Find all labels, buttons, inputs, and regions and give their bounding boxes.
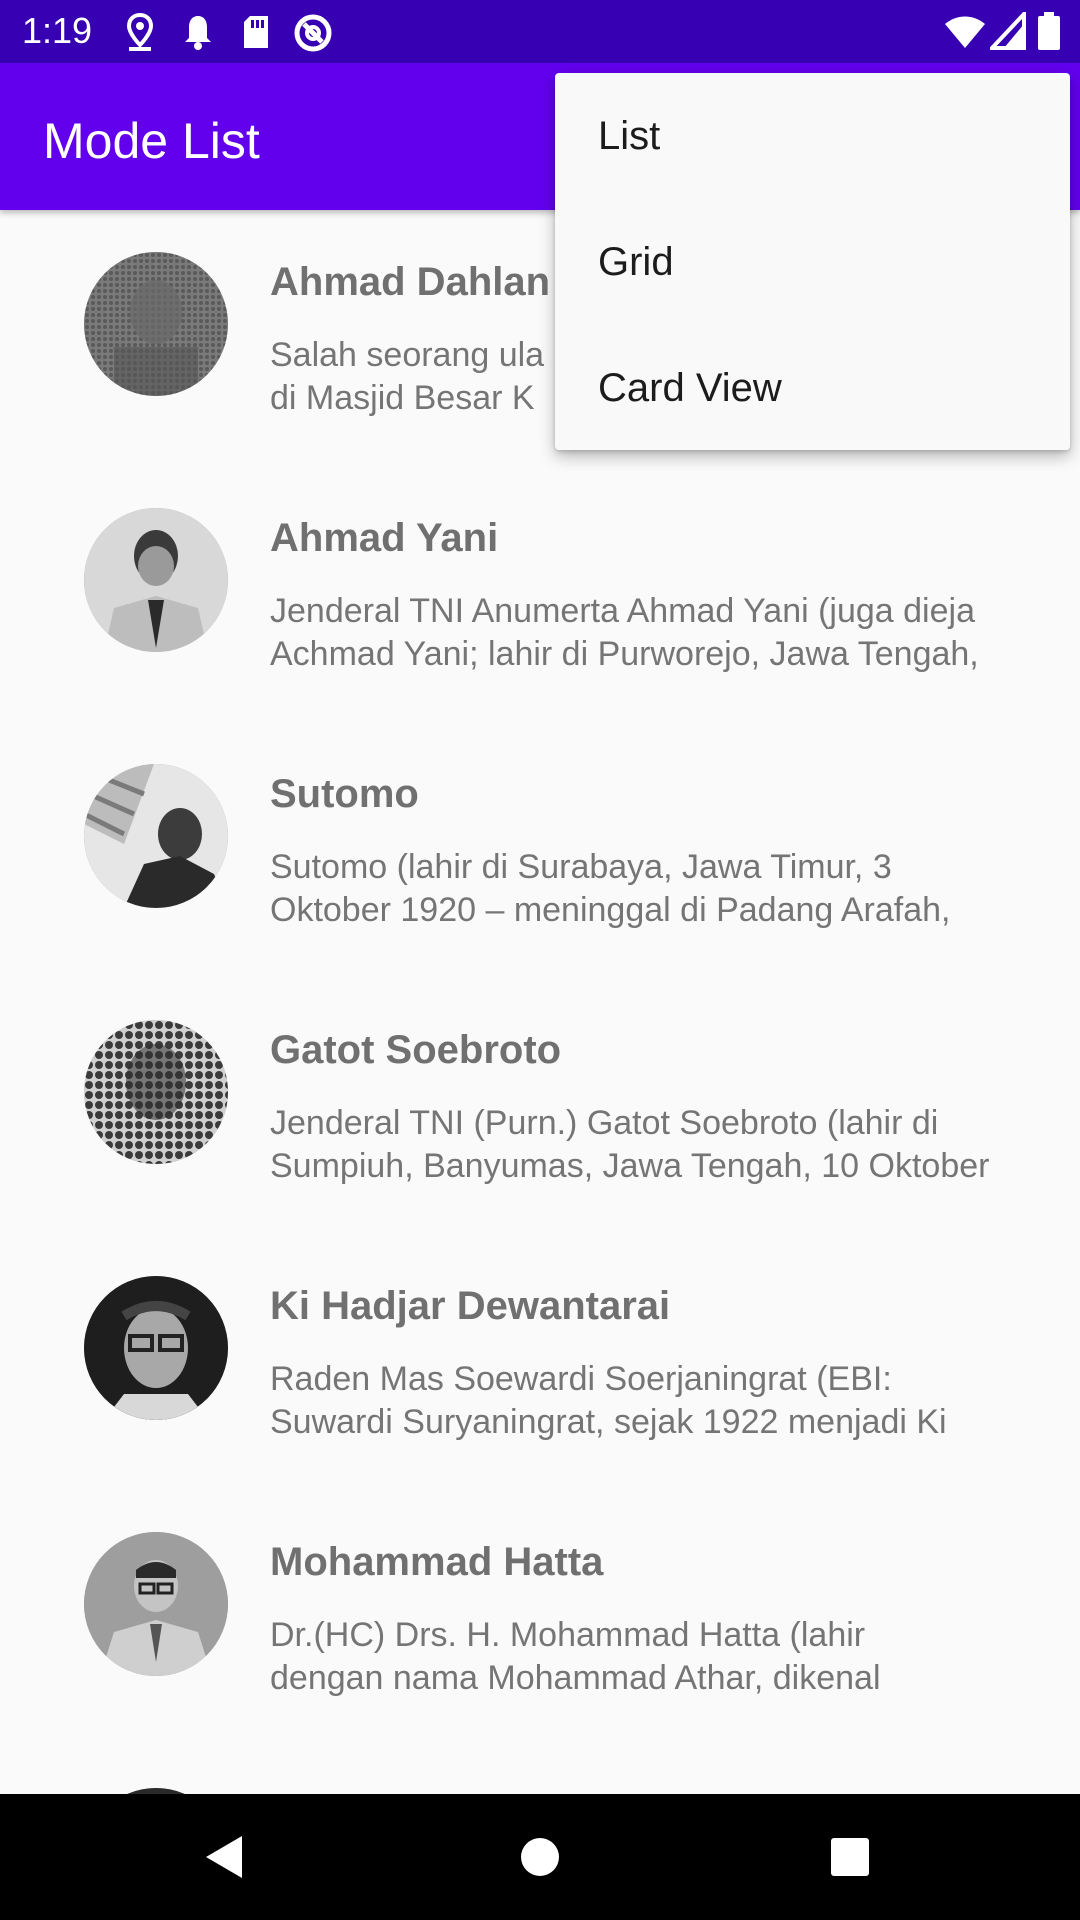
list-item[interactable]: Mohammad Hatta Dr.(HC) Drs. H. Mohammad … xyxy=(0,1490,1080,1746)
status-bar: 1:19 xyxy=(0,0,1080,63)
list-item[interactable]: Gatot Soebroto Jenderal TNI (Purn.) Gato… xyxy=(0,978,1080,1234)
avatar xyxy=(84,508,228,652)
location-icon xyxy=(124,12,156,57)
hero-name: Ahmad Dahlan xyxy=(270,260,551,304)
wifi-icon xyxy=(943,12,987,55)
avatar xyxy=(84,1276,228,1420)
hero-name: Ahmad Yani xyxy=(270,516,499,560)
avatar xyxy=(84,1532,228,1676)
overflow-menu: List Grid Card View xyxy=(555,73,1070,450)
back-icon[interactable] xyxy=(190,1822,260,1892)
menu-item-grid[interactable]: Grid xyxy=(555,199,1070,325)
avatar xyxy=(84,252,228,396)
home-icon[interactable] xyxy=(505,1822,575,1892)
menu-item-card-view[interactable]: Card View xyxy=(555,325,1070,451)
recents-icon[interactable] xyxy=(815,1822,885,1892)
battery-icon xyxy=(1038,12,1060,57)
hero-name: Mohammad Hatta xyxy=(270,1540,604,1584)
vpn-icon xyxy=(292,12,334,59)
sd-card-icon xyxy=(240,12,272,57)
hero-description: Jenderal TNI Anumerta Ahmad Yani (juga d… xyxy=(270,592,979,673)
navigation-bar xyxy=(0,1794,1080,1920)
list-item[interactable]: Sutomo Sutomo (lahir di Surabaya, Jawa T… xyxy=(0,722,1080,978)
hero-description: Dr.(HC) Drs. H. Mohammad Hatta (lahir de… xyxy=(270,1616,881,1697)
avatar xyxy=(84,764,228,908)
menu-item-list[interactable]: List xyxy=(555,73,1070,199)
status-time: 1:19 xyxy=(22,10,93,51)
signal-icon xyxy=(987,8,1026,55)
list-item[interactable] xyxy=(0,1746,1080,1794)
list-item[interactable]: Ahmad Yani Jenderal TNI Anumerta Ahmad Y… xyxy=(0,466,1080,722)
avatar xyxy=(84,1020,228,1164)
list-item[interactable]: Ki Hadjar Dewantarai Raden Mas Soewardi … xyxy=(0,1234,1080,1490)
hero-description: Jenderal TNI (Purn.) Gatot Soebroto (lah… xyxy=(270,1104,990,1185)
page-title: Mode List xyxy=(43,113,260,169)
hero-description: Sutomo (lahir di Surabaya, Jawa Timur, 3… xyxy=(270,848,951,929)
hero-name: Sutomo xyxy=(270,772,419,816)
bell-icon xyxy=(182,12,214,57)
hero-name: Gatot Soebroto xyxy=(270,1028,562,1072)
hero-name: Ki Hadjar Dewantarai xyxy=(270,1284,671,1328)
hero-description: Raden Mas Soewardi Soerjaningrat (EBI: S… xyxy=(270,1360,947,1441)
